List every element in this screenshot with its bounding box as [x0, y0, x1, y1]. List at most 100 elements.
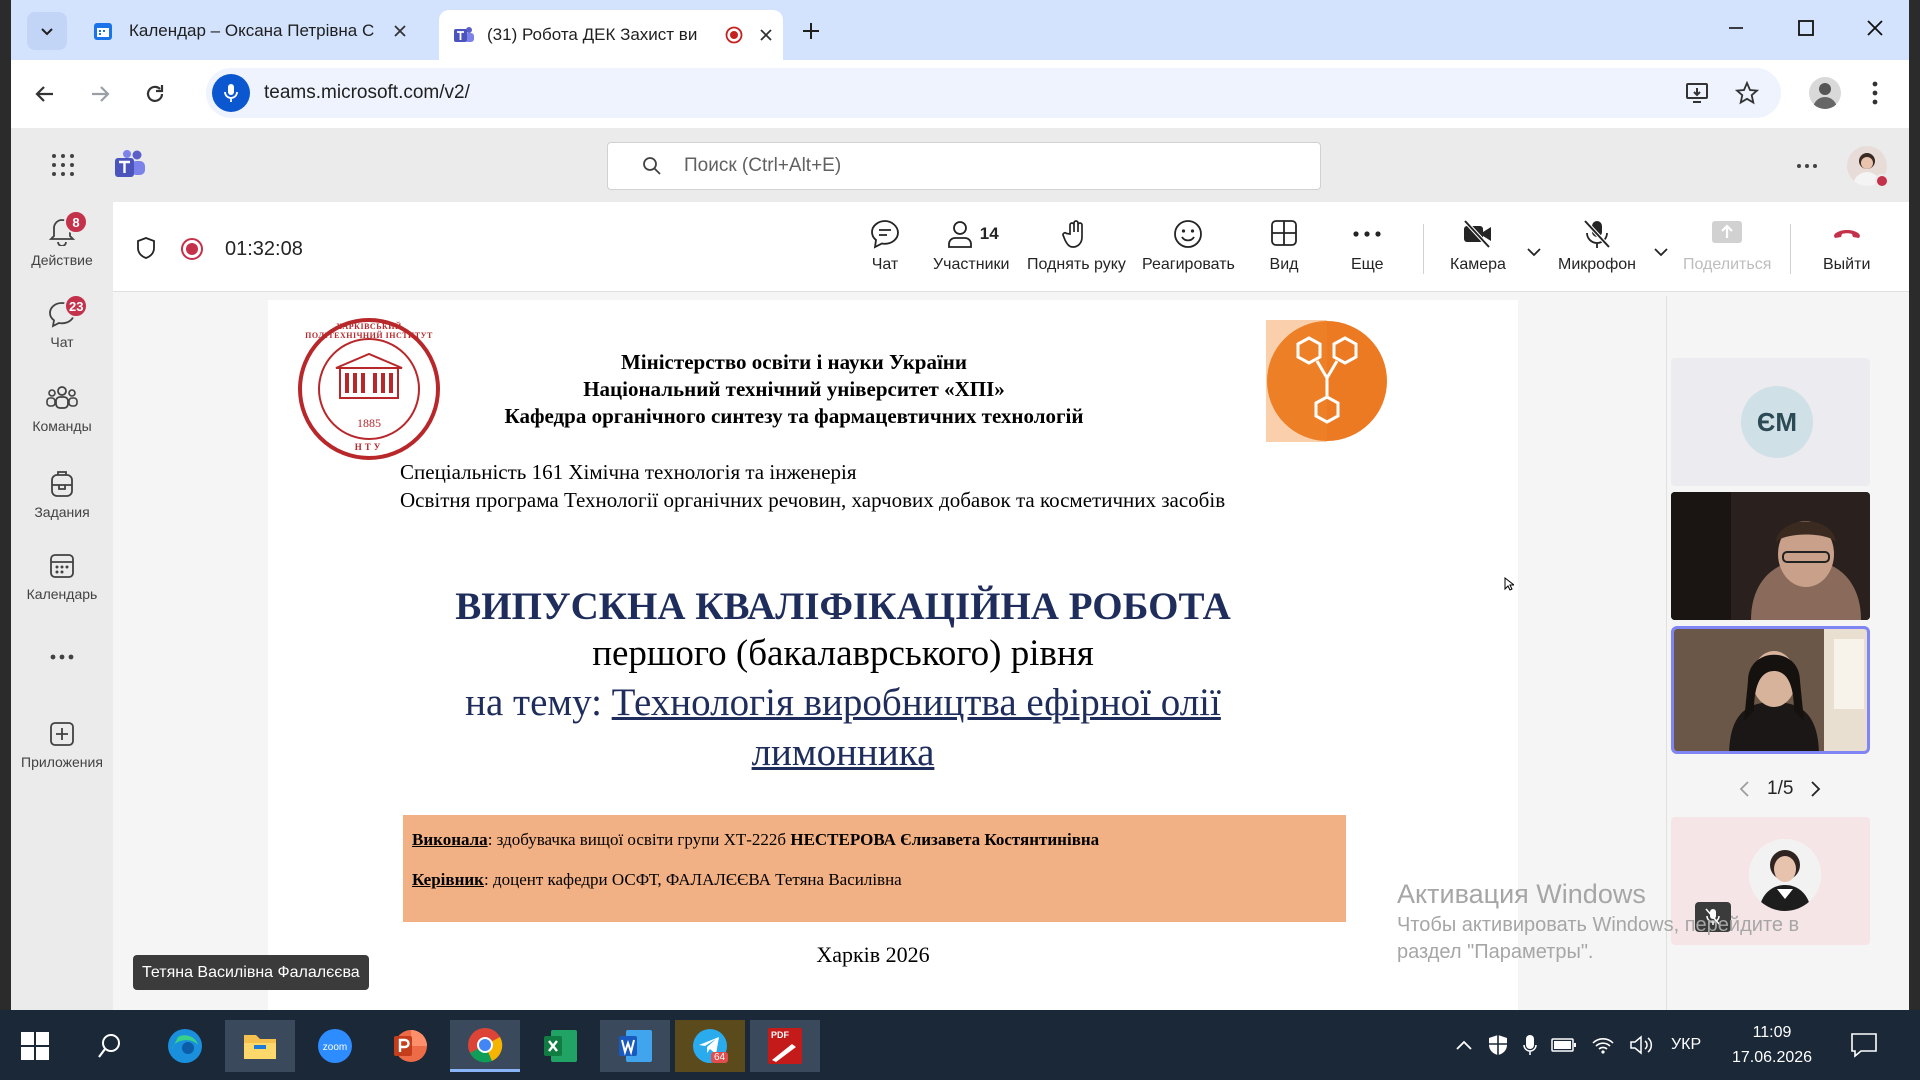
- author-line: Виконала: здобувачка вищої освіти групи …: [412, 830, 1099, 850]
- start-button[interactable]: [0, 1020, 70, 1072]
- share-button[interactable]: Поделиться: [1683, 218, 1771, 274]
- chevron-right-icon[interactable]: [1809, 780, 1821, 798]
- calendar-favicon-icon: [94, 23, 112, 40]
- search-icon: [98, 1034, 120, 1058]
- install-app-icon[interactable]: [1685, 81, 1711, 105]
- windows-activation-watermark: Активация Windows Чтобы активировать Win…: [1397, 879, 1799, 964]
- app-launcher-button[interactable]: [51, 153, 75, 177]
- participant-video-tile[interactable]: [1671, 492, 1870, 620]
- taskbar-pdf-editor[interactable]: PDF: [750, 1020, 820, 1072]
- microphone-options-button[interactable]: [1653, 246, 1669, 258]
- chevron-down-icon: [1654, 248, 1668, 257]
- address-bar[interactable]: teams.microsoft.com/v2/: [206, 68, 1781, 118]
- star-icon[interactable]: [1735, 81, 1759, 105]
- camera-button-label: Камера: [1450, 256, 1506, 273]
- wifi-icon[interactable]: [1591, 1035, 1615, 1055]
- activation-line-2: раздел "Параметры".: [1397, 941, 1594, 963]
- close-icon[interactable]: [759, 28, 773, 42]
- close-window-button[interactable]: [1865, 18, 1895, 42]
- cursor-arrow-icon: [1504, 577, 1514, 591]
- rail-item-apps[interactable]: Приложения: [11, 720, 113, 800]
- app-rail: Действие 8 Чат 23 Команды Задания Календ…: [11, 202, 113, 1010]
- taskbar-edge[interactable]: [150, 1020, 220, 1072]
- browser-menu-button[interactable]: [1871, 80, 1879, 106]
- close-icon[interactable]: [393, 24, 407, 38]
- battery-icon[interactable]: [1551, 1037, 1577, 1053]
- input-language[interactable]: УКР: [1671, 1036, 1701, 1054]
- author-info-box: Виконала: здобувачка вищої освіти групи …: [403, 815, 1346, 922]
- notification-badge: 23: [64, 294, 89, 318]
- participants-button[interactable]: 14 Участники: [933, 218, 1009, 274]
- activation-line-1: Чтобы активировать Windows, перейдите в: [1397, 914, 1800, 936]
- participants-count: 14: [979, 224, 999, 243]
- microphone-button-label: Микрофон: [1558, 256, 1636, 273]
- header-ministry: Міністерство освіти і науки України: [620, 350, 968, 374]
- zoom-app-icon: zoom: [318, 1029, 352, 1063]
- share-button-label: Поделиться: [1683, 256, 1772, 273]
- browser-tab-teams[interactable]: (31) Робота ДЕК Захист ви: [439, 10, 783, 60]
- grid-view-icon: [1271, 220, 1297, 246]
- tab-search-button[interactable]: [27, 12, 67, 50]
- minimize-button[interactable]: [1726, 18, 1756, 42]
- close-icon: [1867, 20, 1883, 36]
- recording-indicator-icon: [725, 26, 743, 44]
- taskbar-excel[interactable]: [525, 1020, 595, 1072]
- chevron-left-icon[interactable]: [1739, 780, 1751, 798]
- active-speaker-video-tile[interactable]: [1671, 626, 1870, 754]
- rail-item-chat[interactable]: Чат 23: [11, 294, 113, 380]
- taskbar-zoom[interactable]: zoom: [300, 1020, 370, 1072]
- more-actions-button[interactable]: Еще: [1351, 218, 1384, 274]
- view-button[interactable]: Вид: [1269, 218, 1299, 274]
- taskbar-chrome[interactable]: [450, 1020, 520, 1072]
- people-icon: [947, 221, 972, 248]
- chat-button[interactable]: Чат: [869, 218, 901, 274]
- calendar-icon: [50, 554, 74, 578]
- notifications-button[interactable]: [1850, 1032, 1878, 1058]
- back-button[interactable]: [33, 82, 57, 106]
- reload-button[interactable]: [143, 82, 167, 106]
- microphone-button[interactable]: Микрофон: [1558, 218, 1636, 274]
- maximize-button[interactable]: [1796, 18, 1826, 42]
- rail-item-calendar[interactable]: Календарь: [11, 552, 113, 632]
- taskbar-file-explorer[interactable]: [225, 1020, 295, 1072]
- participant-tile[interactable]: ЄМ: [1671, 358, 1870, 486]
- browser-tab-calendar[interactable]: Календар – Оксана Петрівна С: [81, 10, 426, 52]
- microphone-permission-button[interactable]: [212, 74, 250, 112]
- microphone-in-use-icon[interactable]: [1523, 1034, 1537, 1056]
- volume-icon[interactable]: [1629, 1035, 1653, 1055]
- search-input[interactable]: Поиск (Ctrl+Alt+E): [607, 142, 1321, 190]
- security-shield-icon[interactable]: [1487, 1034, 1509, 1056]
- more-horizontal-icon: [50, 654, 74, 660]
- new-tab-button[interactable]: [796, 16, 826, 46]
- rail-item-activity[interactable]: Действие 8: [11, 210, 113, 296]
- react-button[interactable]: Реагировать: [1142, 218, 1235, 274]
- taskbar-powerpoint[interactable]: [375, 1020, 445, 1072]
- hand-icon: [1062, 220, 1084, 248]
- more-horizontal-icon: [1797, 164, 1817, 168]
- profile-button[interactable]: [1809, 77, 1841, 109]
- gallery-pager: 1/5: [1739, 778, 1821, 800]
- teams-logo-icon: [115, 150, 145, 177]
- rail-item-assignments[interactable]: Задания: [11, 468, 113, 548]
- taskbar-search-button[interactable]: [74, 1020, 144, 1072]
- settings-more-button[interactable]: [1796, 163, 1818, 169]
- participant-initials-avatar: ЄМ: [1741, 386, 1813, 458]
- clock[interactable]: 11:09 17.06.2026: [1727, 1020, 1817, 1070]
- rail-item-teams[interactable]: Команды: [11, 384, 113, 464]
- camera-options-button[interactable]: [1526, 246, 1542, 258]
- notification-center-icon: [1851, 1033, 1877, 1058]
- taskbar-telegram[interactable]: 64: [675, 1020, 745, 1072]
- telegram-unread-badge: 64: [711, 1052, 729, 1063]
- meeting-toolbar: 01:32:08 Чат 14 Участники Поднять руку Р…: [113, 202, 1909, 292]
- meeting-info-button[interactable]: [135, 236, 157, 260]
- camera-button[interactable]: Камера: [1450, 218, 1506, 274]
- raise-hand-button[interactable]: Поднять руку: [1027, 218, 1126, 274]
- forward-button[interactable]: [88, 82, 112, 106]
- rail-item-more-apps[interactable]: [11, 654, 113, 694]
- taskbar-word[interactable]: [600, 1020, 670, 1072]
- arrow-right-icon: [92, 86, 110, 102]
- tray-expand-chevron-up-icon[interactable]: [1455, 1039, 1473, 1051]
- powerpoint-icon: [394, 1030, 427, 1062]
- rail-item-label: Действие: [31, 252, 93, 268]
- leave-button[interactable]: Выйти: [1823, 218, 1870, 274]
